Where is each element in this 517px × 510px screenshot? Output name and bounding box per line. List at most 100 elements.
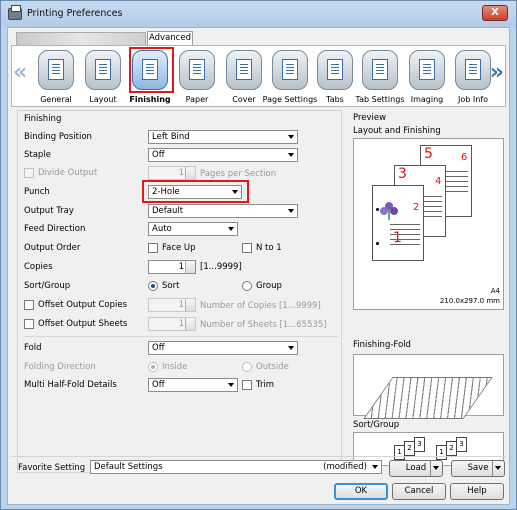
inside-radio[interactable] [148, 362, 158, 372]
tabs-icon [317, 50, 353, 90]
binding-position-label: Binding Position [24, 132, 92, 142]
cancel-button[interactable]: Cancel [392, 483, 446, 500]
page-number: 2 [413, 202, 420, 213]
load-dropdown-icon[interactable] [430, 461, 442, 476]
load-label: Load [405, 463, 427, 473]
window-title: Printing Preferences [27, 8, 123, 19]
chevron-down-icon [288, 346, 294, 350]
sort-card: 3 [456, 437, 467, 452]
category-general[interactable]: General [33, 48, 79, 106]
divider [23, 336, 338, 337]
save-dropdown-icon[interactable] [492, 461, 504, 476]
save-label: Save [467, 463, 489, 473]
chevron-down-icon [372, 465, 378, 469]
outside-label: Outside [256, 362, 289, 372]
paper-size: A4 [490, 287, 500, 295]
punch-hole [376, 208, 379, 211]
load-button[interactable]: Load [389, 460, 443, 477]
outside-radio[interactable] [242, 362, 252, 372]
feed-direction-select[interactable]: Auto [148, 222, 238, 236]
page-number: 5 [424, 146, 433, 162]
output-order-label: Output Order [24, 243, 81, 253]
chevron-down-icon [288, 209, 294, 213]
save-button[interactable]: Save [451, 460, 505, 477]
inside-label: Inside [162, 362, 188, 372]
scroll-right-icon[interactable]: » [490, 60, 504, 85]
title-bar: Printing Preferences X [1, 1, 516, 27]
offset-copies-checkbox[interactable] [24, 300, 34, 310]
layout-finishing-label: Layout and Finishing [353, 126, 441, 136]
sort-group-label: Sort/Group [24, 281, 71, 291]
favorite-setting-select[interactable]: Default Settings (modified) [90, 460, 382, 474]
staple-value: Off [152, 150, 165, 160]
favorite-setting-value: Default Settings [94, 462, 163, 472]
group-radio[interactable] [242, 281, 252, 291]
offset-sheets-spinner[interactable]: 1 [148, 317, 196, 331]
divide-output-spinner[interactable]: 1 [148, 166, 196, 180]
offset-copies-spinner[interactable]: 1 [148, 298, 196, 312]
chevron-down-icon [228, 227, 234, 231]
preview-title: Preview [353, 113, 387, 123]
punch-label: Punch [24, 187, 50, 197]
group-label: Group [256, 281, 282, 291]
category-tab-settings[interactable]: Tab Settings [356, 48, 404, 106]
favorite-setting-bar: Favorite Setting Default Settings (modif… [11, 456, 506, 478]
offset-sheets-label: Offset Output Sheets [38, 319, 128, 329]
finishing-group: Finishing Binding Position Left Bind Sta… [17, 110, 342, 473]
multi-half-fold-label: Multi Half-Fold Details [24, 380, 117, 390]
fold-select[interactable]: Off [148, 341, 298, 355]
category-icon-bar: « General Layout Finishing Paper Cover P… [11, 45, 506, 107]
ok-button[interactable]: OK [334, 483, 388, 500]
feed-direction-label: Feed Direction [24, 224, 86, 234]
trim-checkbox[interactable] [242, 380, 252, 390]
close-button[interactable]: X [482, 5, 508, 21]
scroll-left-icon[interactable]: « [13, 60, 27, 85]
tab-settings-icon [362, 50, 398, 90]
divide-output-label: Divide Output [38, 168, 98, 178]
binding-position-select[interactable]: Left Bind [148, 130, 298, 144]
category-paper[interactable]: Paper [174, 48, 220, 106]
dialog-client: Advanced « General Layout Finishing Pape… [7, 27, 510, 505]
staple-select[interactable]: Off [148, 148, 298, 162]
punch-highlight [142, 180, 249, 203]
sort-radio[interactable] [148, 281, 158, 291]
modified-indicator: (modified) [323, 462, 367, 472]
divide-output-checkbox[interactable] [24, 168, 34, 178]
help-button[interactable]: Help [450, 483, 504, 500]
sort-label: Sort [162, 281, 180, 291]
multi-half-fold-select[interactable]: Off [148, 378, 238, 392]
copies-label: Copies [24, 262, 53, 272]
category-layout[interactable]: Layout [80, 48, 126, 106]
chevron-down-icon [288, 135, 294, 139]
output-tray-select[interactable]: Default [148, 204, 298, 218]
finishing-highlight [129, 47, 174, 93]
tab-redacted[interactable] [16, 32, 146, 46]
text-lines [390, 224, 420, 225]
n-to-1-checkbox[interactable] [242, 243, 252, 253]
copies-spinner[interactable]: 1 [148, 260, 196, 274]
fold-preview-box [353, 354, 504, 419]
page-number: 4 [435, 176, 442, 187]
face-up-checkbox[interactable] [148, 243, 158, 253]
fold-paper-image [363, 377, 493, 419]
staple-label: Staple [24, 150, 51, 160]
preview-page-front: 1 2 [372, 185, 424, 261]
tab-advanced[interactable]: Advanced [147, 31, 193, 46]
page-number: 6 [461, 152, 468, 163]
chevron-down-icon [288, 153, 294, 157]
feed-direction-value: Auto [152, 224, 172, 234]
finishing-fold-label: Finishing-Fold [353, 340, 411, 350]
offset-sheets-checkbox[interactable] [24, 319, 34, 329]
group-title: Finishing [24, 114, 62, 124]
offset-copies-label: Offset Output Copies [38, 300, 128, 310]
fold-value: Off [152, 343, 165, 353]
general-icon [38, 50, 74, 90]
sort-group-preview-label: Sort/Group [353, 420, 400, 430]
paper-dimensions: 210.0x297.0 mm [439, 297, 500, 305]
trim-label: Trim [256, 380, 275, 390]
layout-preview-box: 5 6 3 4 1 2 A4 210.0x297.0 mm [353, 138, 504, 310]
category-label: Job Info [457, 95, 488, 104]
offset-sheets-hint: Number of Sheets [1...65535] [200, 320, 327, 330]
flower-icon [380, 202, 398, 220]
n-to-1-label: N to 1 [256, 243, 282, 253]
